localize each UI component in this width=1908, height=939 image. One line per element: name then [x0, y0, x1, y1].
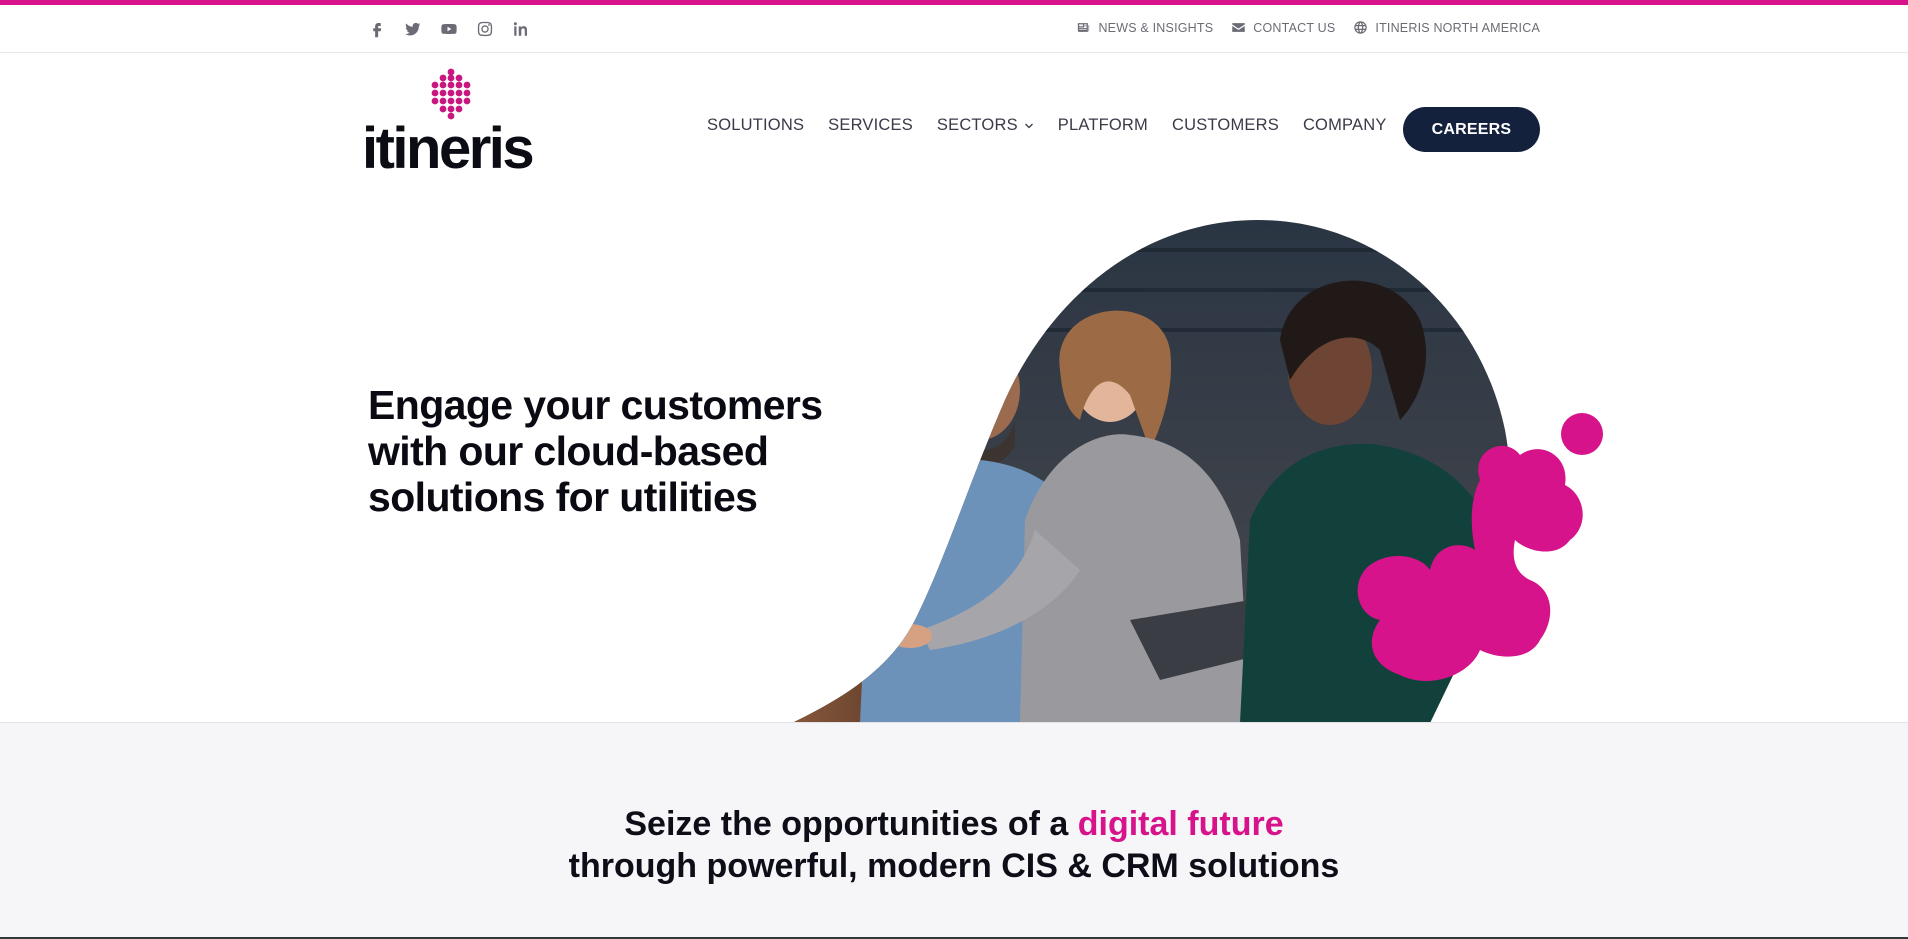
linkedin-icon[interactable] — [510, 18, 532, 40]
intro-heading-part-1: Seize the opportunities of a — [624, 805, 1078, 843]
utility-links: NEWS & INSIGHTS CONTACT US ITINERIS NORT… — [1076, 20, 1540, 35]
chevron-down-icon — [1024, 123, 1033, 128]
region-label: ITINERIS NORTH AMERICA — [1375, 20, 1540, 35]
facebook-icon[interactable] — [366, 18, 388, 40]
news-insights-link[interactable]: NEWS & INSIGHTS — [1076, 20, 1213, 35]
logo-wordmark: itineris — [362, 116, 535, 181]
contact-us-label: CONTACT US — [1253, 20, 1336, 35]
youtube-icon[interactable] — [438, 18, 460, 40]
nav-sectors-label: SECTORS — [936, 116, 1018, 134]
careers-button[interactable]: CAREERS — [1403, 107, 1540, 152]
intro-band: Seize the opportunities of a digital fut… — [0, 723, 1908, 939]
twitter-icon[interactable] — [402, 18, 424, 40]
intro-heading-line-2: through powerful, modern CIS & CRM solut… — [568, 847, 1340, 885]
news-insights-label: NEWS & INSIGHTS — [1098, 20, 1214, 35]
nav-platform[interactable]: PLATFORM — [1058, 116, 1148, 135]
intro-heading: Seize the opportunities of a digital fut… — [0, 803, 1908, 887]
utility-bar: NEWS & INSIGHTS CONTACT US ITINERIS NORT… — [0, 5, 1908, 53]
newspaper-icon — [1078, 23, 1090, 32]
itineris-logo[interactable]: itineris — [362, 68, 542, 178]
nav-customers[interactable]: CUSTOMERS — [1172, 116, 1279, 135]
hero-section: Engage your customers with our cloud-bas… — [0, 180, 1908, 723]
nav-company[interactable]: COMPANY — [1303, 116, 1387, 135]
nav-services[interactable]: SERVICES — [828, 116, 913, 135]
intro-heading-line-1: Seize the opportunities of a digital fut… — [0, 803, 1908, 845]
nav-solutions[interactable]: SOLUTIONS — [707, 116, 804, 135]
instagram-icon[interactable] — [474, 18, 496, 40]
globe-icon — [1354, 21, 1368, 34]
envelope-icon — [1232, 23, 1246, 32]
intro-heading-highlight: digital future — [1077, 805, 1284, 843]
nav-sectors[interactable]: SECTORS — [937, 116, 1034, 135]
contact-us-link[interactable]: CONTACT US — [1231, 20, 1335, 35]
social-links — [366, 18, 532, 40]
region-link[interactable]: ITINERIS NORTH AMERICA — [1353, 20, 1540, 35]
main-nav: SOLUTIONS SERVICES SECTORS PLATFORM CUST… — [707, 116, 1387, 135]
hero-image — [792, 220, 1603, 723]
